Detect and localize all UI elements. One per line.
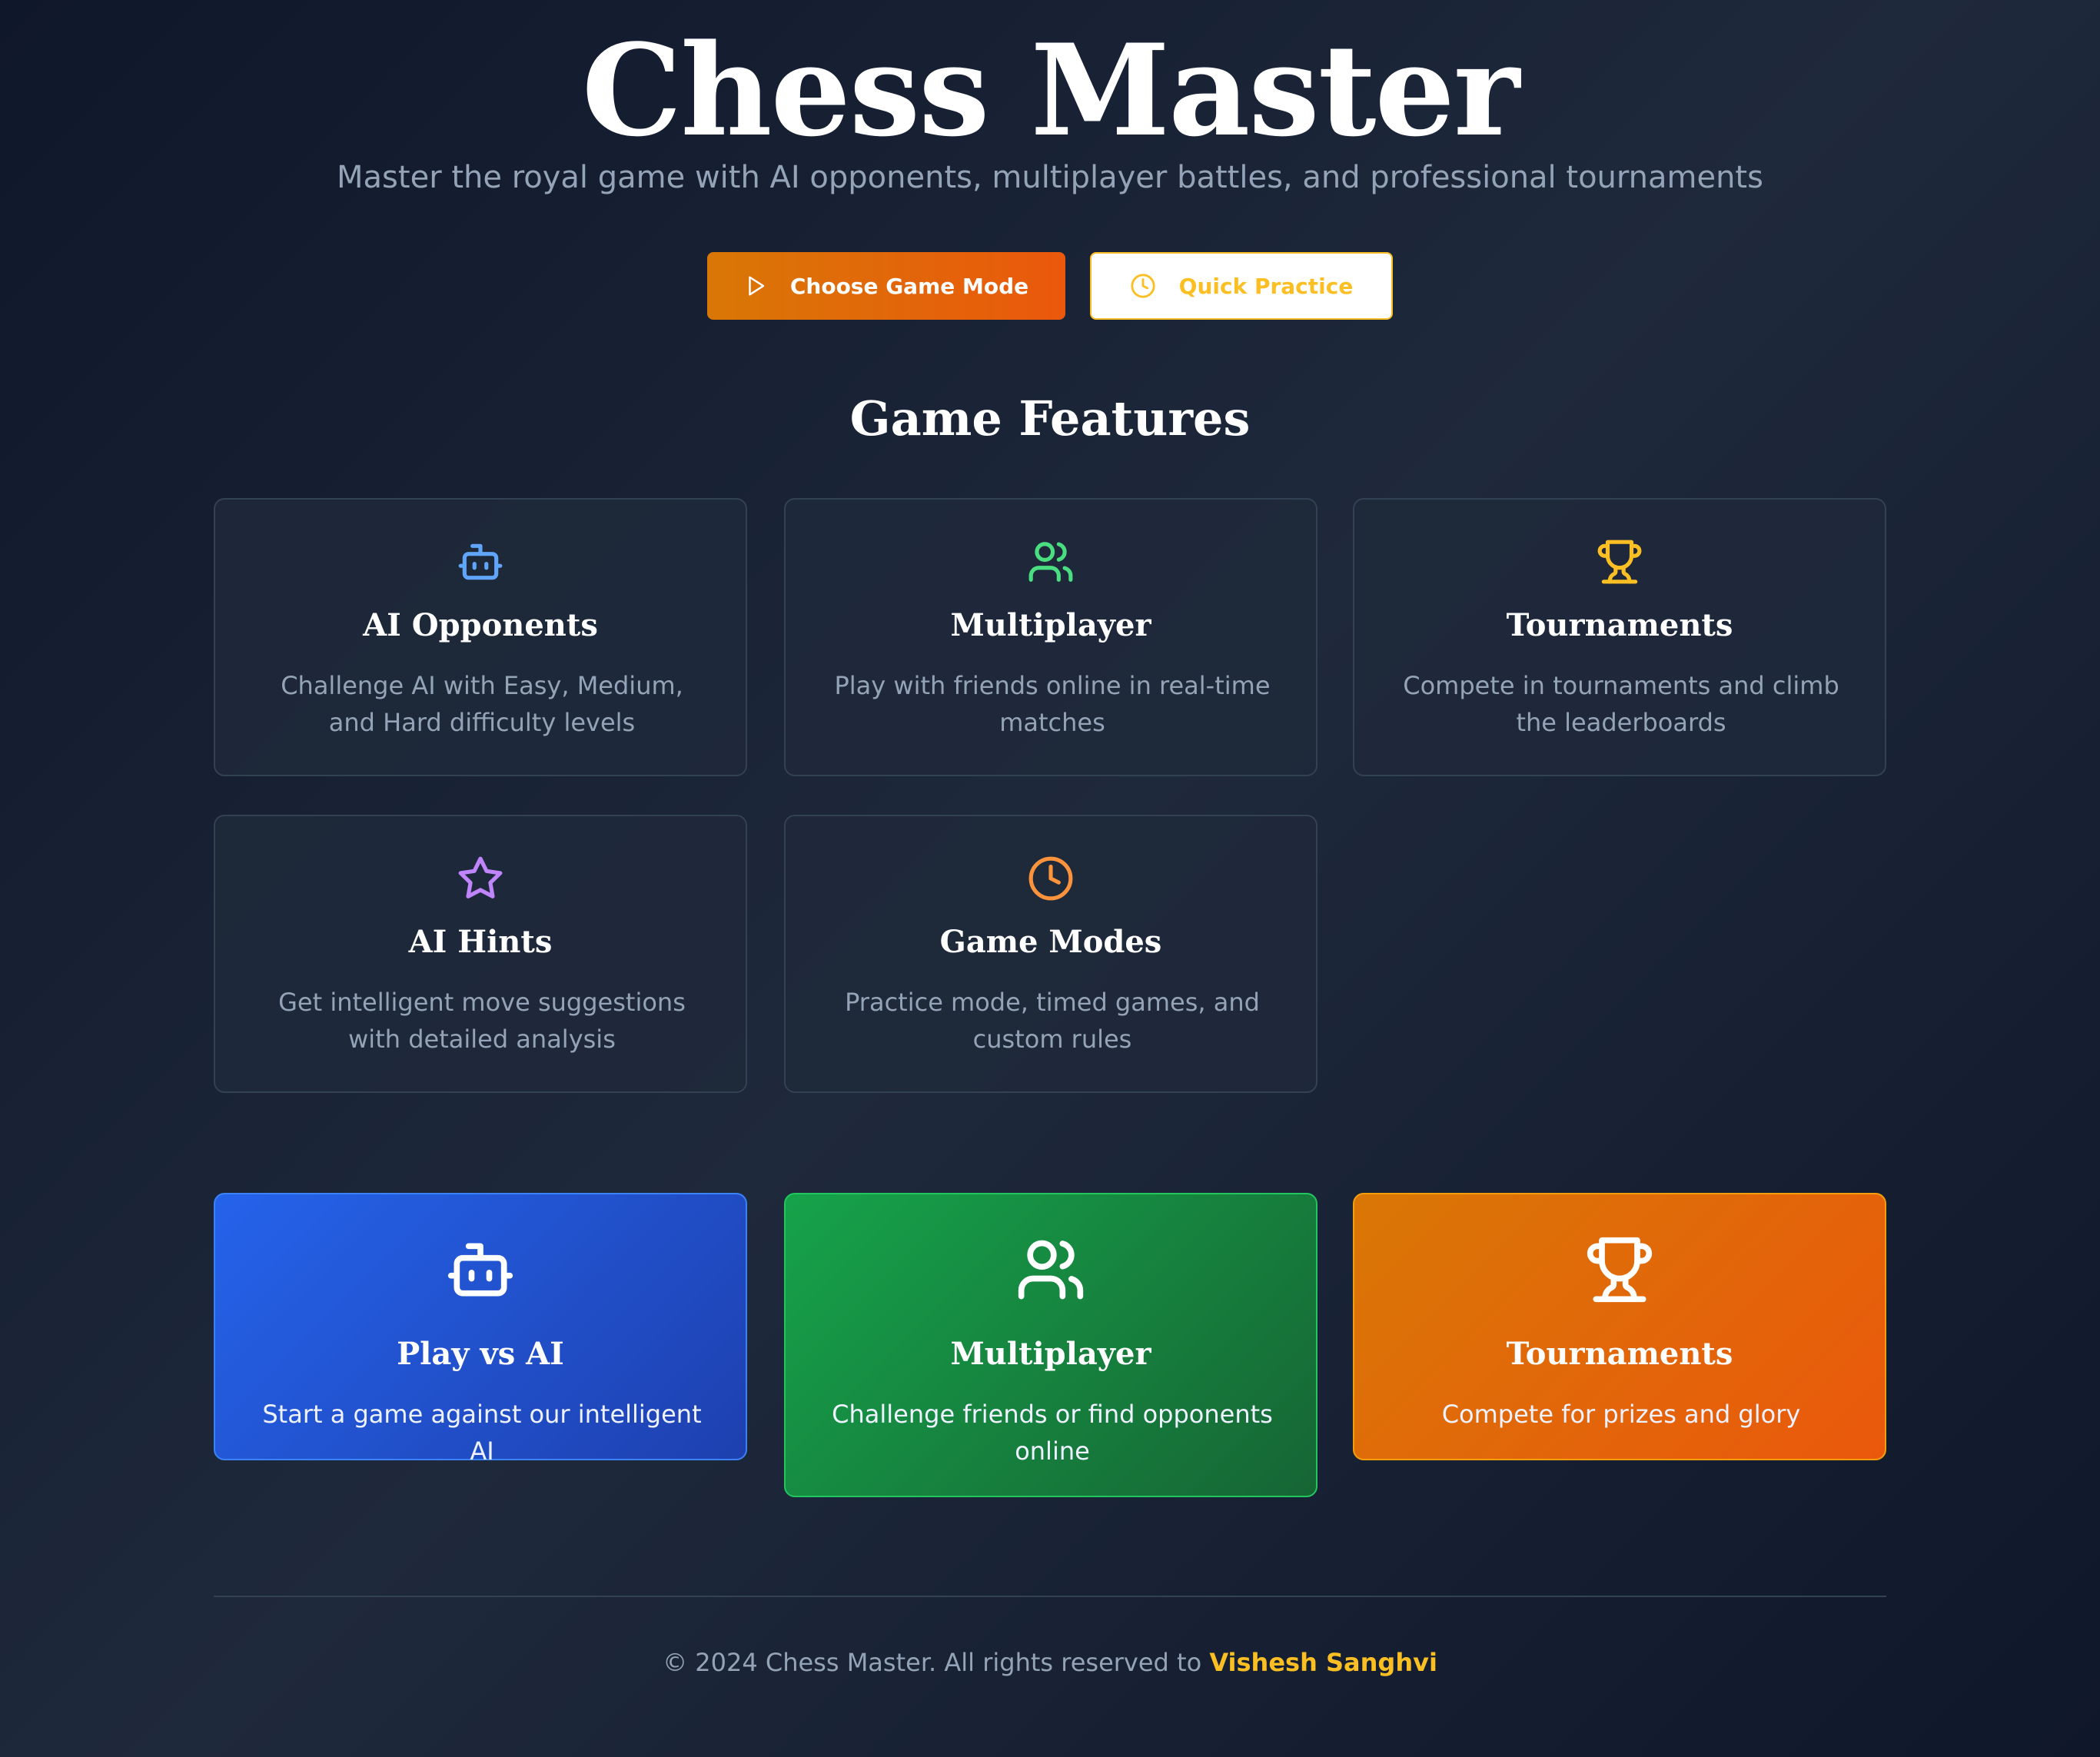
users-icon <box>1018 1240 1084 1300</box>
footer-divider <box>214 1596 1886 1597</box>
trophy-icon <box>1587 1237 1653 1303</box>
page-subtitle: Master the royal game with AI opponents,… <box>337 160 1763 195</box>
trophy-icon <box>1597 540 1642 584</box>
feature-card-multiplayer: Multiplayer Play with friends online in … <box>784 498 1317 776</box>
multiplayer-card[interactable]: Multiplayer Challenge friends or find op… <box>784 1193 1317 1497</box>
page-title: Chess Master <box>581 16 1520 164</box>
features-heading: Game Features <box>849 390 1251 447</box>
feature-title: Game Modes <box>939 924 1162 960</box>
quick-practice-label: Quick Practice <box>1178 273 1354 299</box>
mode-title: Multiplayer <box>950 1336 1151 1372</box>
feature-title: AI Hints <box>408 924 553 960</box>
mode-description: Compete for prizes and glory <box>1441 1400 1801 1429</box>
footer-copyright: © 2024 Chess Master. All rights reserved… <box>663 1648 1202 1677</box>
feature-card-ai-hints: AI Hints Get intelligent move suggestion… <box>214 815 747 1093</box>
feature-description: Compete in tournaments and climb the lea… <box>1403 671 1839 737</box>
play-icon <box>749 276 765 296</box>
footer-author-link[interactable]: Vishesh Sanghvi <box>1209 1648 1437 1677</box>
star-icon <box>458 856 503 898</box>
clock-icon <box>1028 856 1073 901</box>
feature-description: Get intelligent move suggestions with de… <box>278 988 686 1054</box>
footer: © 2024 Chess Master. All rights reserved… <box>0 1648 2100 1677</box>
feature-card-ai-opponents: AI Opponents Challenge AI with Easy, Med… <box>214 498 747 776</box>
choose-game-mode-button[interactable]: Choose Game Mode <box>707 252 1065 320</box>
bot-icon <box>447 1243 513 1297</box>
feature-card-game-modes: Game Modes Practice mode, timed games, a… <box>784 815 1317 1093</box>
mode-description: Challenge friends or find opponents onli… <box>832 1400 1273 1466</box>
clock-icon <box>1131 274 1155 298</box>
play-vs-ai-card[interactable]: Play vs AI Start a game against our inte… <box>214 1193 747 1466</box>
users-icon <box>1028 542 1073 582</box>
feature-card-tournaments: Tournaments Compete in tournaments and c… <box>1353 498 1886 776</box>
bot-icon <box>458 543 503 580</box>
mode-title: Play vs AI <box>397 1336 564 1372</box>
feature-description: Challenge AI with Easy, Medium, and Hard… <box>281 671 683 737</box>
mode-description: Start a game against our intelligent AI <box>262 1400 702 1466</box>
feature-description: Practice mode, timed games, and custom r… <box>845 988 1260 1054</box>
feature-title: Tournaments <box>1506 607 1733 643</box>
feature-title: Multiplayer <box>950 607 1151 643</box>
feature-description: Play with friends online in real-time ma… <box>834 671 1271 737</box>
mode-title: Tournaments <box>1506 1336 1733 1372</box>
tournaments-card[interactable]: Tournaments Compete for prizes and glory <box>1353 1193 1886 1460</box>
quick-practice-button[interactable]: Quick Practice <box>1090 252 1393 320</box>
choose-game-mode-label: Choose Game Mode <box>789 273 1029 299</box>
feature-title: AI Opponents <box>363 607 598 643</box>
